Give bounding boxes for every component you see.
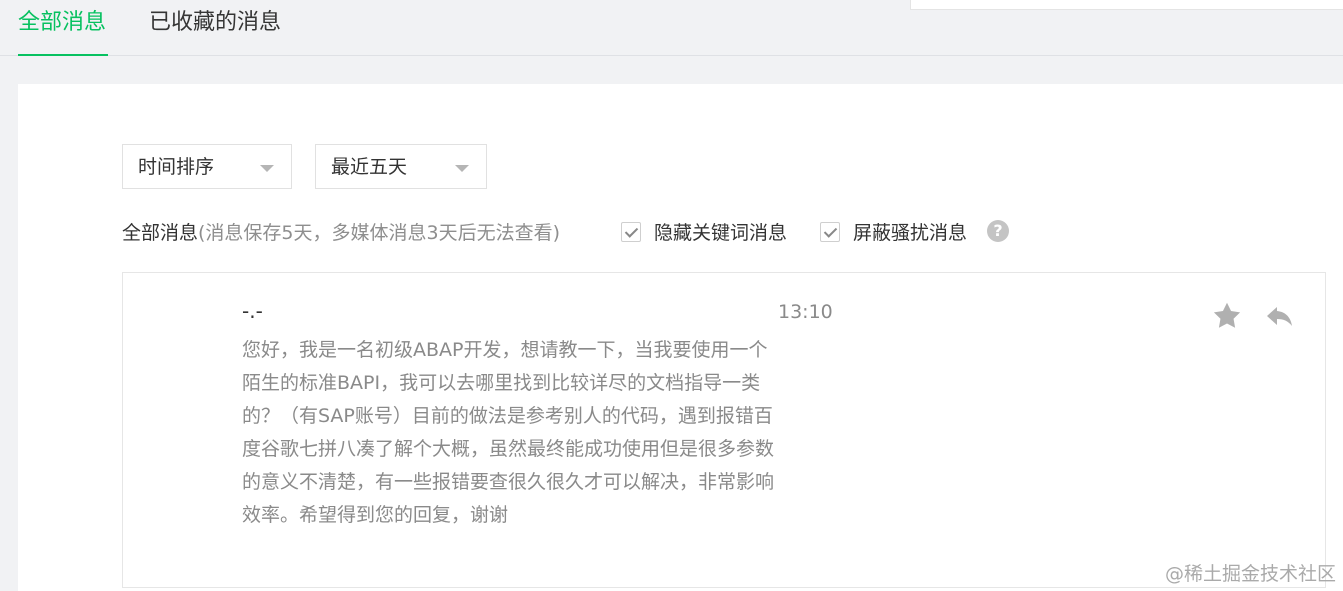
watermark: @稀土掘金技术社区 <box>1164 563 1336 585</box>
summary-title: 全部消息 <box>122 222 199 244</box>
summary-note: (消息保存5天，多媒体消息3天后无法查看) <box>198 222 561 244</box>
time-sort-value: 时间排序 <box>138 156 215 178</box>
date-range-select[interactable]: 最近五天 <box>315 144 487 189</box>
reply-icon[interactable] <box>1264 300 1296 332</box>
block-spam-messages-label: 屏蔽骚扰消息 <box>853 222 968 244</box>
hide-keyword-messages-label: 隐藏关键词消息 <box>654 222 788 244</box>
tab-starred-messages[interactable]: 已收藏的消息 <box>149 10 281 54</box>
block-spam-messages-checkbox[interactable] <box>820 222 840 242</box>
message-time: 13:10 <box>778 301 833 323</box>
message-sender: -.- <box>242 299 263 323</box>
hide-keyword-messages-checkbox[interactable] <box>621 222 641 242</box>
chevron-down-icon <box>455 165 469 172</box>
star-icon[interactable] <box>1211 300 1243 332</box>
tab-all-messages[interactable]: 全部消息 <box>18 10 109 56</box>
top-right-search-area <box>910 0 1343 10</box>
date-range-value: 最近五天 <box>331 156 408 178</box>
chevron-down-icon <box>260 165 274 172</box>
top-navigation: 全部消息 已收藏的消息 <box>0 0 1343 56</box>
message-body: 您好，我是一名初级ABAP开发，想请教一下，当我要使用一个陌生的标准BAPI，我… <box>242 339 775 526</box>
help-icon[interactable]: ? <box>987 220 1009 242</box>
time-sort-select[interactable]: 时间排序 <box>122 144 292 189</box>
